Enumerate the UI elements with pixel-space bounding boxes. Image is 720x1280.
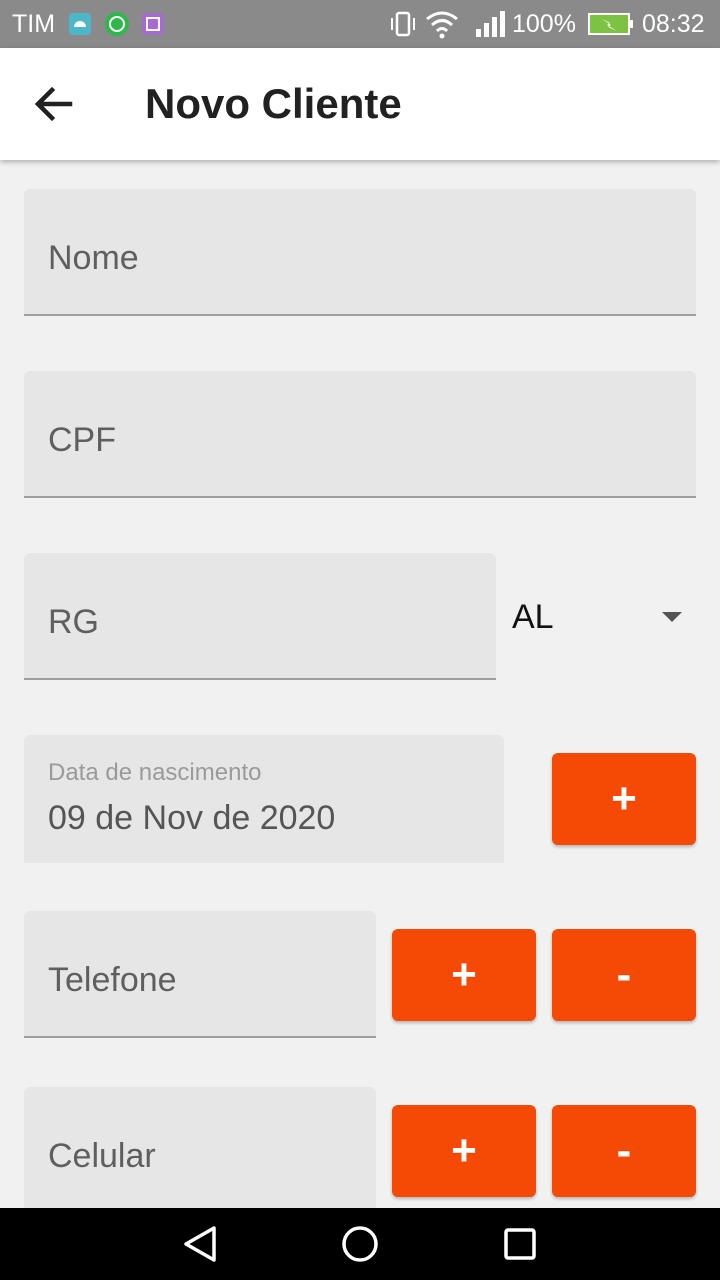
vibrate-icon (388, 0, 418, 48)
signal-icon (474, 0, 506, 48)
birth-date-value: 09 de Nov de 2020 (48, 799, 336, 837)
nome-placeholder: Nome (48, 239, 139, 277)
celular-remove-button[interactable]: - (552, 1105, 696, 1197)
wifi-icon (424, 0, 460, 48)
page-title: Novo Cliente (145, 80, 402, 127)
android-app-icon (68, 0, 92, 48)
whatsapp-icon (104, 0, 130, 48)
telefone-field[interactable]: Telefone (24, 911, 376, 1038)
recents-square-icon[interactable] (498, 1222, 542, 1266)
uf-selected-value: AL (512, 598, 554, 636)
dropdown-arrow-icon (662, 612, 682, 622)
birth-date-add-button[interactable]: + (552, 753, 696, 845)
home-circle-icon[interactable] (338, 1222, 382, 1266)
cpf-field[interactable]: CPF (24, 371, 696, 498)
telefone-placeholder: Telefone (48, 961, 177, 999)
celular-placeholder: Celular (48, 1137, 156, 1175)
cpf-placeholder: CPF (48, 421, 116, 459)
birth-date-field[interactable]: Data de nascimento 09 de Nov de 2020 (24, 735, 504, 863)
rg-placeholder: RG (48, 603, 99, 641)
nome-field[interactable]: Nome (24, 189, 696, 316)
uf-select[interactable]: AL (512, 580, 696, 660)
telefone-add-button[interactable]: + (392, 929, 536, 1021)
back-triangle-icon[interactable] (178, 1222, 222, 1266)
battery-charging-icon (588, 0, 634, 48)
telefone-remove-button[interactable]: - (552, 929, 696, 1021)
celular-add-button[interactable]: + (392, 1105, 536, 1197)
carrier-label: TIM (12, 10, 56, 38)
birth-date-label: Data de nascimento (48, 759, 262, 786)
celular-field[interactable]: Celular (24, 1087, 376, 1214)
status-bar: TIM 100% 08:32 (0, 0, 720, 48)
arrow-back-icon[interactable] (28, 78, 80, 130)
app-bar: Novo Cliente (0, 48, 720, 160)
clock: 08:32 (642, 10, 705, 38)
navigation-bar (0, 1208, 720, 1280)
gallery-icon (141, 0, 165, 48)
battery-percent: 100% (512, 10, 576, 38)
rg-field[interactable]: RG (24, 553, 496, 680)
